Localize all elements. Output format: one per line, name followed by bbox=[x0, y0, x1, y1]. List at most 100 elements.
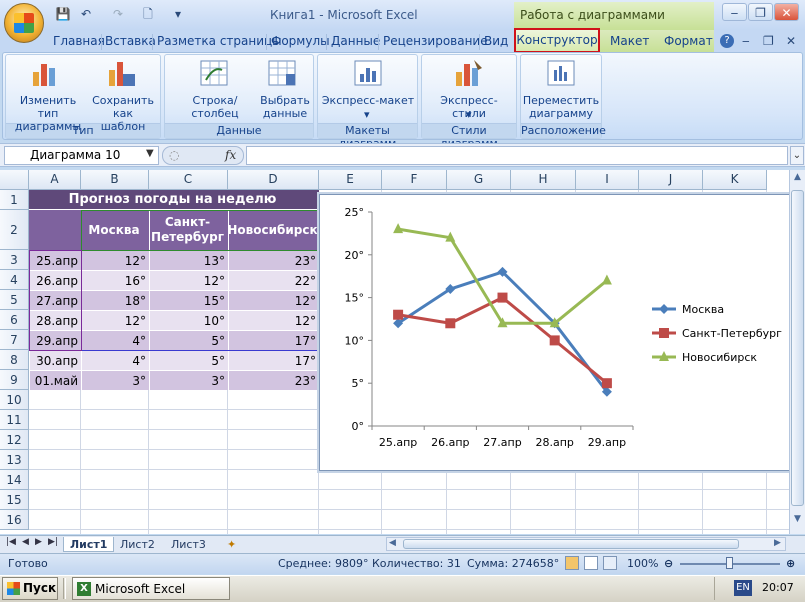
row-header-14[interactable]: 14 bbox=[0, 470, 29, 490]
customize-qat-icon[interactable]: ▾ bbox=[168, 5, 188, 23]
temp-cell[interactable]: 22° bbox=[228, 270, 319, 290]
column-header-h[interactable]: H bbox=[511, 170, 576, 190]
scroll-right-icon[interactable]: ▶ bbox=[774, 538, 781, 548]
row-header-11[interactable]: 11 bbox=[0, 410, 29, 430]
date-cell[interactable]: 01.май bbox=[29, 370, 81, 390]
table-header-1[interactable]: Москва bbox=[81, 210, 149, 250]
sheet-tab-1[interactable]: Лист1 bbox=[63, 537, 115, 552]
column-header-e[interactable]: E bbox=[319, 170, 382, 190]
temp-cell[interactable]: 3° bbox=[81, 370, 149, 390]
column-header-c[interactable]: C bbox=[149, 170, 228, 190]
sheet-tab-3[interactable]: Лист3 bbox=[165, 537, 212, 552]
table-header-3[interactable]: Новосибирск bbox=[227, 210, 319, 250]
tab-data[interactable]: Данные bbox=[331, 33, 380, 50]
temp-cell[interactable]: 16° bbox=[81, 270, 149, 290]
maximize-button[interactable]: ❐ bbox=[748, 3, 773, 21]
quick-styles-button[interactable] bbox=[452, 58, 484, 91]
row-header-15[interactable]: 15 bbox=[0, 490, 29, 510]
tab-page-layout[interactable]: Разметка страницы bbox=[157, 33, 282, 50]
row-header-4[interactable]: 4 bbox=[0, 270, 29, 290]
temp-cell[interactable]: 5° bbox=[149, 350, 228, 370]
tab-layout[interactable]: Макет bbox=[610, 33, 649, 50]
sheet-nav-prev-icon[interactable]: ◀ bbox=[22, 537, 29, 547]
tab-review[interactable]: Рецензирование bbox=[383, 33, 488, 50]
h-scroll-thumb[interactable] bbox=[403, 539, 739, 549]
select-data-button[interactable] bbox=[266, 58, 298, 91]
column-header-i[interactable]: I bbox=[576, 170, 639, 190]
date-cell[interactable]: 28.апр bbox=[29, 310, 81, 330]
switch-row-column-button[interactable] bbox=[198, 58, 230, 91]
table-header-2[interactable]: Санкт-Петербург bbox=[149, 210, 228, 250]
row-header-16[interactable]: 16 bbox=[0, 510, 29, 530]
row-header-6[interactable]: 6 bbox=[0, 310, 29, 330]
temp-cell[interactable]: 12° bbox=[149, 270, 228, 290]
temp-cell[interactable]: 18° bbox=[81, 290, 149, 310]
row-header-1[interactable]: 1 bbox=[0, 190, 29, 210]
office-button[interactable] bbox=[4, 3, 44, 43]
temp-cell[interactable]: 3° bbox=[149, 370, 228, 390]
column-header-b[interactable]: B bbox=[81, 170, 149, 190]
workbook-close-icon[interactable]: ✕ bbox=[786, 33, 796, 50]
page-break-view-icon[interactable] bbox=[603, 556, 617, 570]
sheet-nav-next-icon[interactable]: ▶ bbox=[35, 537, 42, 547]
temp-cell[interactable]: 23° bbox=[228, 250, 319, 270]
temp-cell[interactable]: 12° bbox=[228, 290, 319, 310]
column-header-a[interactable]: A bbox=[29, 170, 81, 190]
ribbon-restore-icon[interactable]: ❐ bbox=[763, 33, 774, 50]
temp-cell[interactable]: 12° bbox=[81, 250, 149, 270]
temp-cell[interactable]: 5° bbox=[149, 330, 228, 350]
undo-icon[interactable]: ↶ bbox=[76, 5, 96, 23]
date-cell[interactable]: 30.апр bbox=[29, 350, 81, 370]
quick-layout-button[interactable] bbox=[352, 58, 384, 91]
temp-cell[interactable]: 12° bbox=[81, 310, 149, 330]
expand-formula-icon[interactable]: ⌄ bbox=[790, 146, 804, 165]
row-header-10[interactable]: 10 bbox=[0, 390, 29, 410]
name-box-dropdown-icon[interactable]: ▼ bbox=[146, 148, 154, 159]
language-indicator[interactable]: EN bbox=[734, 580, 752, 596]
column-header-g[interactable]: G bbox=[447, 170, 511, 190]
save-as-template-button[interactable] bbox=[105, 58, 137, 91]
sheet-nav-last-icon[interactable]: ▶| bbox=[48, 537, 58, 547]
close-button[interactable]: ✕ bbox=[774, 3, 799, 21]
change-chart-type-button[interactable] bbox=[30, 58, 62, 91]
row-header-7[interactable]: 7 bbox=[0, 330, 29, 350]
temp-cell[interactable]: 4° bbox=[81, 350, 149, 370]
normal-view-icon[interactable] bbox=[565, 556, 579, 570]
temp-cell[interactable]: 12° bbox=[228, 310, 319, 330]
ribbon-minimize-icon[interactable]: ‒ bbox=[742, 33, 750, 50]
start-button[interactable]: Пуск bbox=[2, 577, 58, 600]
redo-icon[interactable]: ↷ bbox=[108, 5, 128, 23]
date-cell[interactable]: 27.апр bbox=[29, 290, 81, 310]
scroll-left-icon[interactable]: ◀ bbox=[389, 538, 396, 548]
temp-cell[interactable]: 4° bbox=[81, 330, 149, 350]
temp-cell[interactable]: 17° bbox=[228, 350, 319, 370]
tab-insert[interactable]: Вставка bbox=[105, 33, 156, 50]
column-header-f[interactable]: F bbox=[382, 170, 447, 190]
temp-cell[interactable]: 10° bbox=[149, 310, 228, 330]
page-layout-view-icon[interactable] bbox=[584, 556, 598, 570]
column-header-d[interactable]: D bbox=[228, 170, 319, 190]
sheet-tab-2[interactable]: Лист2 bbox=[114, 537, 161, 552]
scroll-down-icon[interactable]: ▼ bbox=[791, 514, 804, 528]
row-header-5[interactable]: 5 bbox=[0, 290, 29, 310]
tab-home[interactable]: Главная bbox=[53, 33, 105, 50]
row-header-12[interactable]: 12 bbox=[0, 430, 29, 450]
row-header-2[interactable]: 2 bbox=[0, 210, 29, 250]
temp-cell[interactable]: 17° bbox=[228, 330, 319, 350]
temp-cell[interactable]: 15° bbox=[149, 290, 228, 310]
row-header-13[interactable]: 13 bbox=[0, 450, 29, 470]
row-header-9[interactable]: 9 bbox=[0, 370, 29, 390]
chart-area[interactable]: 0° 5° 10° 15° 20° 25° 25.апр 26.апр 27.апр 28.апр… bbox=[319, 194, 790, 471]
zoom-in-icon[interactable]: ⊕ bbox=[786, 557, 795, 570]
minimize-button[interactable]: ‒ bbox=[722, 3, 747, 21]
table-title-cell[interactable]: Прогноз погоды на неделю bbox=[29, 190, 319, 210]
zoom-level[interactable]: 100% bbox=[627, 557, 658, 570]
new-file-icon[interactable]: 🗋 bbox=[138, 5, 158, 23]
date-cell[interactable]: 29.апр bbox=[29, 330, 81, 350]
insert-sheet-icon[interactable]: ✦ bbox=[221, 537, 242, 552]
temp-cell[interactable]: 23° bbox=[228, 370, 319, 390]
column-header-k[interactable]: K bbox=[703, 170, 767, 190]
tab-design[interactable]: Конструктор bbox=[514, 28, 600, 53]
date-cell[interactable]: 26.апр bbox=[29, 270, 81, 290]
date-cell[interactable]: 25.апр bbox=[29, 250, 81, 270]
